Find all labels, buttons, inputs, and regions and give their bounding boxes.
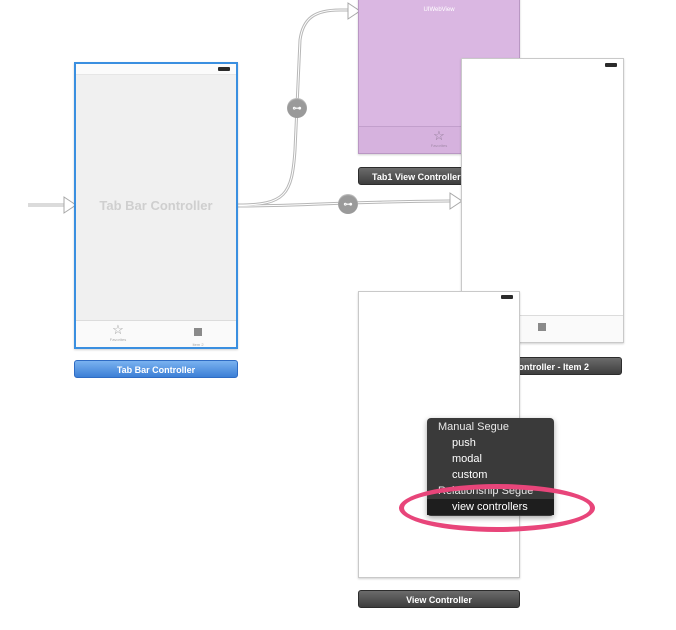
tab-label: Favorites bbox=[109, 337, 127, 342]
tab-favorites[interactable]: ☆ Favorites bbox=[409, 129, 469, 148]
tab-label: Item 2 bbox=[192, 342, 204, 347]
tab-label: Favorites bbox=[430, 143, 448, 148]
tab-item-2[interactable]: Item 2 bbox=[168, 323, 228, 347]
star-icon: ☆ bbox=[433, 128, 445, 143]
tab-bar: ☆ Favorites Item 2 bbox=[76, 320, 236, 347]
tab-item-2[interactable] bbox=[512, 318, 572, 336]
segue-hub-item2[interactable]: ⊶ bbox=[338, 194, 358, 214]
scene-title: Tab Bar Controller bbox=[99, 198, 213, 213]
square-icon bbox=[538, 323, 546, 331]
scene-label-view-controller[interactable]: View Controller bbox=[358, 590, 520, 608]
square-icon bbox=[194, 328, 202, 336]
scene-label-tab-bar-controller[interactable]: Tab Bar Controller bbox=[74, 360, 238, 378]
tab-favorites[interactable]: ☆ Favorites bbox=[88, 323, 148, 342]
segue-hub-tab1[interactable]: ⊶ bbox=[287, 98, 307, 118]
battery-icon bbox=[218, 67, 230, 71]
battery-icon bbox=[605, 63, 617, 67]
webview-title: UIWebView bbox=[423, 7, 455, 13]
battery-icon bbox=[501, 295, 513, 299]
scene-label-tab1[interactable]: Tab1 View Controller bbox=[358, 167, 472, 185]
highlight-ellipse bbox=[399, 484, 595, 532]
tab-bar-controller-scene[interactable]: Tab Bar Controller ☆ Favorites Item 2 bbox=[74, 62, 238, 349]
menu-item-modal[interactable]: modal bbox=[427, 451, 554, 467]
menu-header-manual-segue: Manual Segue bbox=[438, 421, 509, 433]
menu-item-custom[interactable]: custom bbox=[427, 467, 554, 483]
star-icon: ☆ bbox=[112, 322, 124, 337]
menu-item-push[interactable]: push bbox=[427, 435, 554, 451]
scene-label-item2[interactable]: Controller - Item 2 bbox=[510, 357, 622, 375]
status-bar bbox=[76, 64, 236, 75]
